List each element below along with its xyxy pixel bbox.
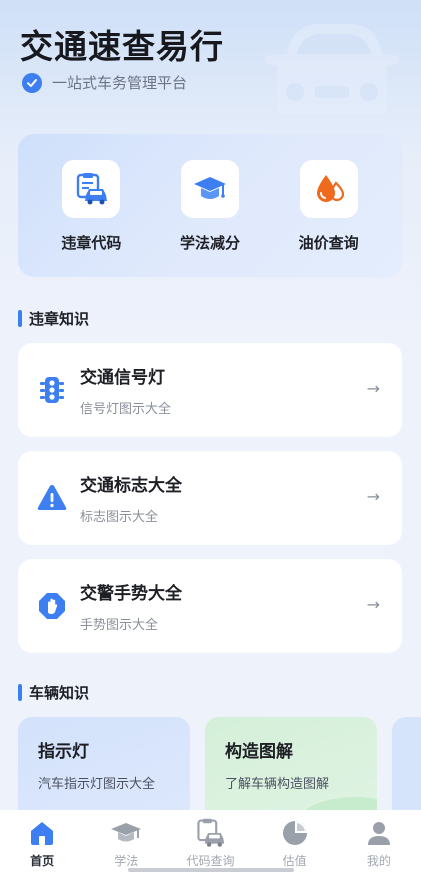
section-header-vehicle: 车辆知识 — [18, 682, 89, 703]
car-illustration — [264, 24, 400, 114]
home-indicator[interactable] — [128, 868, 294, 872]
graduation-cap-icon — [109, 816, 143, 850]
quick-action-study-points[interactable]: 学法减分 — [155, 160, 265, 277]
fuel-drop-icon — [299, 160, 358, 218]
quick-action-fuel-price[interactable]: 油价查询 — [274, 160, 384, 277]
check-circle-icon — [22, 72, 42, 93]
tab-valuation[interactable]: 估值 — [260, 816, 330, 875]
arrow-right-icon: → — [366, 379, 380, 398]
quick-action-violation-code[interactable]: 违章代码 — [36, 160, 146, 277]
hero-header: 交通速查易行 一站式车务管理平台 — [0, 0, 421, 140]
app-subtitle: 一站式车务管理平台 — [52, 74, 188, 92]
tab-code-query[interactable]: 代码查询 — [175, 816, 245, 875]
tab-label: 估值 — [282, 854, 307, 868]
home-icon — [25, 816, 59, 850]
quick-action-label: 违章代码 — [61, 234, 122, 252]
tab-profile[interactable]: 我的 — [344, 816, 414, 875]
quick-actions-panel: 违章代码 学法减分 油价查询 — [18, 134, 402, 277]
section-header-violation: 违章知识 — [18, 308, 89, 329]
card-title: 交警手势大全 — [80, 584, 182, 604]
section-accent-bar — [18, 684, 22, 701]
card-subtitle: 信号灯图示大全 — [80, 402, 172, 417]
arrow-right-icon: → — [366, 487, 380, 506]
card-title: 构造图解 — [225, 742, 293, 762]
section-title: 车辆知识 — [29, 684, 90, 702]
car-document-icon — [62, 160, 121, 218]
section-title: 违章知识 — [29, 310, 90, 328]
hand-stop-icon — [39, 593, 65, 619]
card-subtitle: 手势图示大全 — [80, 618, 159, 633]
warning-sign-icon — [37, 485, 67, 510]
tab-home[interactable]: 首页 — [7, 816, 77, 875]
user-icon — [362, 816, 396, 850]
quick-action-label: 学法减分 — [179, 234, 240, 252]
graduation-cap-icon — [180, 160, 239, 218]
card-title: 指示灯 — [38, 742, 89, 762]
tab-label: 我的 — [366, 854, 391, 868]
subtitle-row: 一站式车务管理平台 — [22, 72, 187, 93]
card-subtitle: 汽车指示灯图示大全 — [38, 777, 156, 792]
tab-label: 学法 — [114, 854, 139, 868]
card-traffic-signs[interactable]: 交通标志大全 标志图示大全 → — [18, 451, 402, 545]
section-accent-bar — [18, 310, 22, 327]
pie-chart-icon — [278, 816, 312, 850]
card-police-gestures[interactable]: 交警手势大全 手势图示大全 → — [18, 559, 402, 653]
arrow-right-icon: → — [366, 595, 380, 614]
traffic-light-icon — [40, 377, 64, 403]
card-subtitle: 标志图示大全 — [80, 510, 159, 525]
quick-action-label: 油价查询 — [298, 234, 359, 252]
card-subtitle: 了解车辆构造图解 — [225, 777, 330, 792]
card-title: 交通标志大全 — [80, 476, 182, 496]
app-title: 交通速查易行 — [20, 27, 224, 66]
tab-study[interactable]: 学法 — [91, 816, 161, 875]
tab-label: 代码查询 — [186, 854, 235, 868]
bottom-tab-bar: 首页 学法 代码查询 估值 我的 — [0, 810, 421, 875]
car-document-icon — [193, 816, 227, 850]
tab-label: 首页 — [30, 854, 55, 868]
card-traffic-lights[interactable]: 交通信号灯 信号灯图示大全 → — [18, 343, 402, 437]
card-title: 交通信号灯 — [80, 368, 165, 388]
